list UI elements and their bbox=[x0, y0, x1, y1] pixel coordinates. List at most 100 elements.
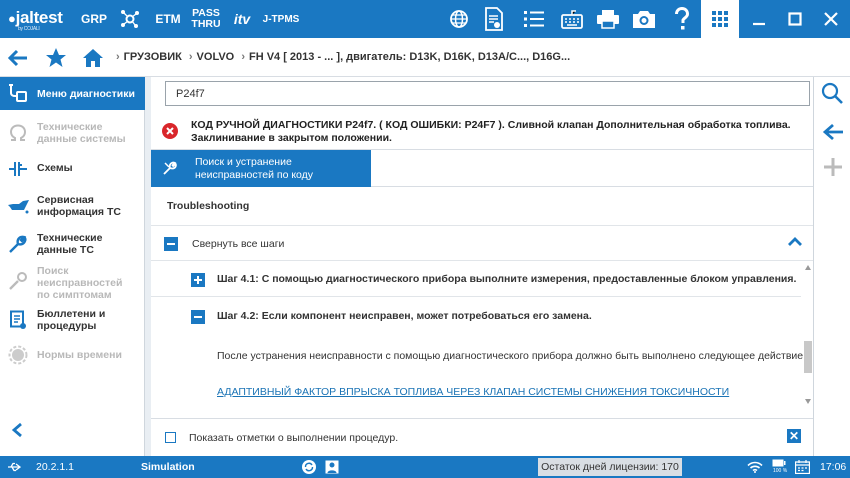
jaltest-logo: ●jaltest by COJALI bbox=[8, 8, 63, 32]
version-label: 20.2.1.1 bbox=[36, 461, 74, 473]
document-gear-icon bbox=[485, 7, 503, 31]
wrench-gear-icon bbox=[9, 272, 27, 290]
bulletin-icon bbox=[10, 310, 26, 329]
sidebar-item-diagnostics-menu[interactable]: Меню диагностики bbox=[0, 77, 145, 110]
expand-icon[interactable] bbox=[191, 273, 205, 287]
sidebar-item-time-norms[interactable]: Нормы времени bbox=[0, 343, 145, 367]
scroll-down-icon[interactable] bbox=[805, 399, 811, 404]
help-icon bbox=[675, 7, 690, 30]
collapse-sidebar-chevron-icon[interactable] bbox=[11, 422, 23, 438]
minimize-icon bbox=[753, 22, 765, 26]
breadcrumb: › ГРУЗОВИК › VOLVO › FH V4 [ 2013 - ... ], … bbox=[116, 51, 571, 63]
sidebar-item-bulletins[interactable]: Бюллетени и процедуры bbox=[0, 303, 145, 337]
list-button[interactable] bbox=[518, 0, 550, 38]
collapse-all-label[interactable]: Свернуть все шаги bbox=[192, 238, 284, 250]
sidebar-item-label: Технические данные ТС bbox=[37, 232, 103, 256]
wifi-icon bbox=[747, 461, 763, 473]
sync-icon[interactable] bbox=[302, 460, 316, 474]
diagnostic-connector-icon bbox=[9, 84, 27, 102]
procedure-link[interactable]: АДАПТИВНЫЙ ФАКТОР ВПРЫСКА ТОПЛИВА ЧЕРЕЗ … bbox=[217, 386, 729, 398]
sidebar-item-schemes[interactable]: Схемы bbox=[0, 155, 145, 181]
add-icon[interactable] bbox=[823, 157, 843, 177]
keyboard-button[interactable] bbox=[556, 0, 588, 38]
step-row[interactable]: Шаг 4.1: С помощью диагностического приб… bbox=[151, 261, 801, 297]
top-toolbar: ●jaltest by COJALI GRP ETM PASS THRU itv … bbox=[0, 0, 850, 38]
itv-button[interactable]: itv bbox=[228, 0, 256, 38]
sidebar-item-label: Поиск неисправностей по симптомам bbox=[37, 265, 123, 301]
favorites-star-icon[interactable] bbox=[45, 47, 67, 69]
tabs-row: Поиск и устранение неисправностей по код… bbox=[151, 149, 813, 187]
close-panel-button[interactable]: ✕ bbox=[787, 429, 801, 443]
chevron-up-icon[interactable] bbox=[788, 237, 802, 247]
clock: 17:06 bbox=[820, 461, 847, 473]
error-header: КОД РУЧНОЙ ДИАГНОСТИКИ P24f7. ( КОД ОШИБ… bbox=[151, 113, 813, 149]
breadcrumb-item[interactable]: FH V4 [ 2013 - ... ], двигатель: D13K, D… bbox=[249, 51, 570, 63]
minimize-button[interactable] bbox=[742, 0, 776, 38]
grid-icon bbox=[712, 11, 728, 27]
step-row[interactable]: Шаг 4.2: Если компонент неисправен, може… bbox=[151, 298, 801, 334]
keyboard-icon bbox=[561, 10, 583, 29]
sidebar-item-label: Меню диагностики bbox=[37, 87, 135, 100]
show-marks-label[interactable]: Показать отметки о выполнении процедур. bbox=[189, 432, 398, 444]
network-button[interactable] bbox=[115, 0, 145, 38]
mode-label: Simulation bbox=[141, 461, 195, 473]
step-label: Шаг 4.2: Если компонент неисправен, може… bbox=[217, 310, 592, 322]
network-icon bbox=[121, 10, 139, 28]
printer-icon bbox=[597, 10, 619, 29]
list-icon bbox=[524, 11, 544, 27]
globe-button[interactable] bbox=[443, 0, 475, 38]
step-description: После устранения неисправности с помощью… bbox=[217, 350, 807, 362]
error-icon bbox=[162, 123, 178, 139]
apps-button[interactable] bbox=[701, 0, 739, 38]
calendar-icon[interactable] bbox=[795, 460, 810, 474]
user-icon[interactable] bbox=[325, 460, 339, 474]
show-marks-checkbox[interactable] bbox=[165, 432, 176, 443]
scroll-up-icon[interactable] bbox=[805, 265, 811, 270]
help-button[interactable] bbox=[666, 0, 698, 38]
sidebar-item-label: Нормы времени bbox=[37, 349, 122, 361]
usb-icon bbox=[8, 462, 21, 472]
collapse-all-row[interactable]: Свернуть все шаги bbox=[151, 225, 813, 261]
tools-icon bbox=[163, 161, 177, 175]
wrench-icon bbox=[9, 235, 27, 253]
sidebar-item-vehicle-technical-data[interactable]: Технические данные ТС bbox=[0, 227, 145, 261]
right-rail bbox=[813, 77, 850, 456]
sidebar-item-label: Сервисная информация ТС bbox=[37, 194, 121, 218]
grp-button[interactable]: GRP bbox=[78, 0, 110, 38]
sidebar-item-system-technical-data[interactable]: Технические данные системы bbox=[0, 117, 145, 149]
status-bar: 20.2.1.1 Simulation Остаток дней лицензи… bbox=[0, 456, 850, 478]
sidebar-item-symptom-troubleshooting[interactable]: Поиск неисправностей по симптомам bbox=[0, 263, 145, 303]
oil-can-icon bbox=[8, 200, 29, 214]
gear-clock-icon bbox=[8, 345, 28, 365]
jtpms-button[interactable]: J-TPMS bbox=[258, 0, 304, 38]
search-input[interactable] bbox=[165, 81, 810, 106]
search-icon[interactable] bbox=[821, 82, 843, 104]
collapse-all-icon[interactable] bbox=[164, 237, 178, 251]
sidebar-item-label: Технические данные системы bbox=[37, 121, 126, 145]
sidebar-item-label: Бюллетени и процедуры bbox=[37, 308, 106, 332]
report-button[interactable] bbox=[478, 0, 510, 38]
breadcrumb-item[interactable]: VOLVO bbox=[197, 51, 235, 63]
maximize-button[interactable] bbox=[778, 0, 812, 38]
error-description: КОД РУЧНОЙ ДИАГНОСТИКИ P24f7. ( КОД ОШИБ… bbox=[191, 119, 791, 144]
breadcrumb-item[interactable]: ГРУЗОВИК bbox=[124, 51, 182, 63]
close-icon bbox=[824, 12, 838, 26]
main-panel: КОД РУЧНОЙ ДИАГНОСТИКИ P24f7. ( КОД ОШИБ… bbox=[151, 77, 813, 456]
back-arrow-icon[interactable] bbox=[7, 47, 29, 69]
collapse-icon[interactable] bbox=[191, 310, 205, 324]
pass-thru-button[interactable]: PASS THRU bbox=[188, 0, 224, 38]
maximize-icon bbox=[788, 12, 802, 26]
ohm-icon bbox=[9, 124, 27, 141]
screenshot-button[interactable] bbox=[628, 0, 660, 38]
breadcrumb-bar: › ГРУЗОВИК › VOLVO › FH V4 [ 2013 - ... ], … bbox=[0, 38, 850, 77]
scrollbar[interactable] bbox=[803, 261, 813, 409]
home-icon[interactable] bbox=[82, 47, 104, 69]
tab-code-troubleshooting[interactable]: Поиск и устранение неисправностей по код… bbox=[151, 150, 371, 187]
sidebar: Меню диагностики Технические данные сист… bbox=[0, 77, 145, 456]
sidebar-item-service-info[interactable]: Сервисная информация ТС bbox=[0, 189, 145, 223]
etm-button[interactable]: ETM bbox=[152, 0, 184, 38]
back-arrow-icon[interactable] bbox=[822, 122, 844, 142]
close-button[interactable] bbox=[814, 0, 848, 38]
print-button[interactable] bbox=[592, 0, 624, 38]
scroll-thumb[interactable] bbox=[804, 341, 812, 373]
